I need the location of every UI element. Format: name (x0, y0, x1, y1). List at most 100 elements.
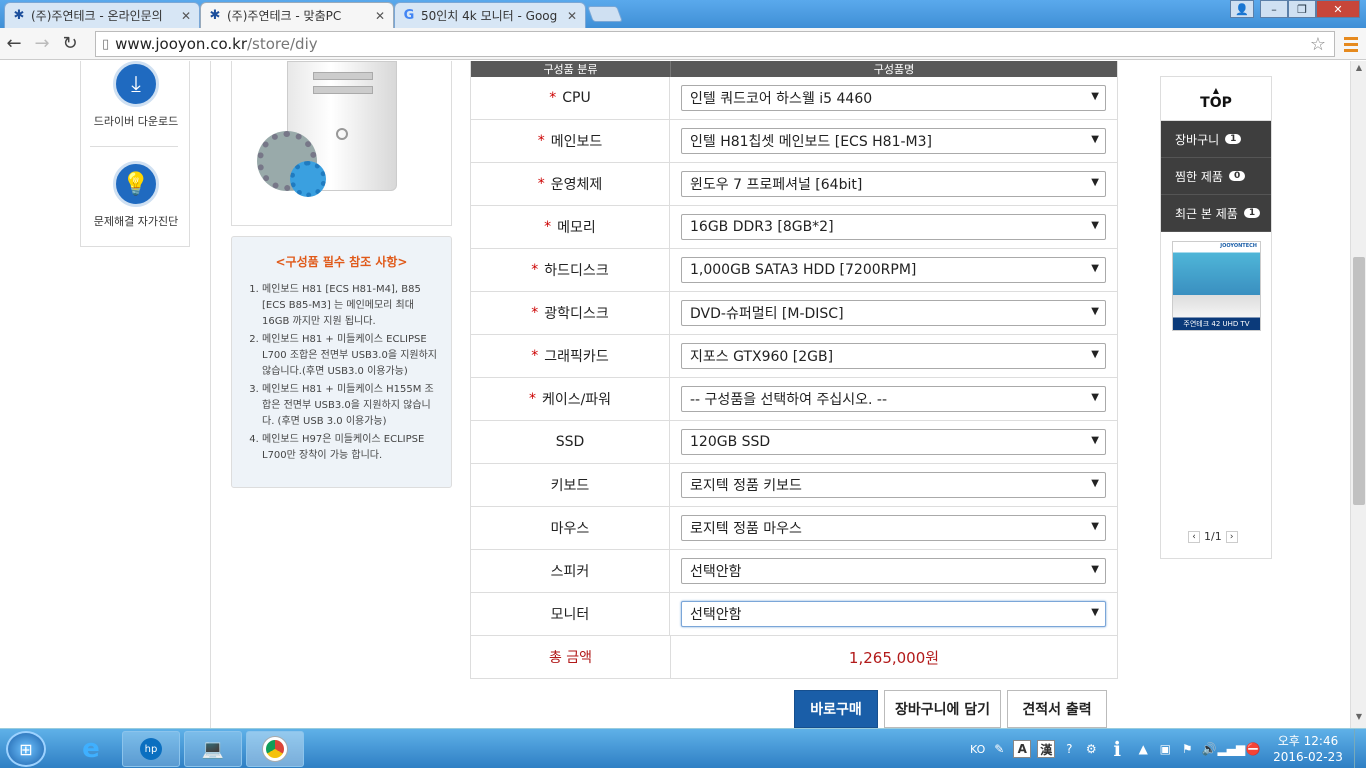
bookmark-star-icon[interactable]: ☆ (1310, 34, 1326, 55)
thumb-caption: 주연테크 42 UHD TV (1183, 320, 1250, 328)
selected-option: 선택안함 (690, 607, 742, 623)
component-select[interactable]: 인텔 H81칩셋 메인보드 [ECS H81-M3] ▼ (681, 128, 1106, 154)
dropdown-arrow-icon[interactable]: ▼ (1091, 306, 1099, 317)
info-icon[interactable]: ℹ (1105, 737, 1129, 761)
laptop-app-icon[interactable]: 💻 (184, 731, 242, 767)
signal-icon[interactable]: ▂▄▆ (1217, 741, 1245, 757)
left-quick-menu: ⤓ 드라이버 다운로드 💡 문제해결 자가진단 (80, 61, 190, 247)
dropdown-arrow-icon[interactable]: ▼ (1091, 349, 1099, 360)
volume-icon[interactable]: 🔊 (1201, 741, 1217, 757)
internet-explorer-icon[interactable]: e (62, 731, 120, 767)
recent-count-badge: 1 (1243, 208, 1261, 218)
language-indicator[interactable]: KO (970, 743, 985, 756)
recent-product-thumbnail[interactable]: JOOYONTECH 주연테크 42 UHD TV (1172, 241, 1261, 331)
reload-icon[interactable]: ↻ (56, 30, 84, 58)
component-value-cell: DVD-슈퍼멀티 [M-DISC] ▼ (670, 292, 1117, 334)
component-label: 키보드 (471, 464, 670, 506)
driver-download-link[interactable]: ⤓ 드라이버 다운로드 (81, 61, 191, 129)
tab-google-search[interactable]: G 50인치 4k 모니터 - Goog ✕ (394, 2, 586, 28)
print-quote-button[interactable]: 견적서 출력 (1007, 690, 1107, 728)
wishlist-link[interactable]: 찜한 제품 0 (1161, 158, 1271, 195)
page-scrollbar[interactable]: ▲ ▼ (1350, 61, 1366, 728)
component-select[interactable]: 지포스 GTX960 [2GB] ▼ (681, 343, 1106, 369)
prev-chevron-icon[interactable]: ‹ (1188, 530, 1200, 543)
scroll-down-icon[interactable]: ▼ (1351, 712, 1366, 726)
next-chevron-icon[interactable]: › (1225, 530, 1238, 543)
recent-products-link[interactable]: 최근 본 제품 1 (1161, 195, 1271, 232)
dropdown-arrow-icon[interactable]: ▼ (1091, 392, 1099, 403)
component-select[interactable]: 로지텍 정품 키보드 ▼ (681, 472, 1106, 498)
flag-icon[interactable]: ⚑ (1179, 741, 1195, 757)
settings-icon[interactable]: ⚙ (1083, 741, 1099, 757)
component-select[interactable]: 로지텍 정품 마우스 ▼ (681, 515, 1106, 541)
component-select[interactable]: 120GB SSD ▼ (681, 429, 1106, 455)
component-select[interactable]: -- 구성품을 선택하여 주십시오. -- ▼ (681, 386, 1106, 412)
security-alert-icon[interactable]: ⛔ (1245, 741, 1261, 757)
component-select[interactable]: 선택안함 ▼ (681, 601, 1106, 627)
forward-arrow-icon[interactable]: → (28, 30, 56, 58)
buy-now-button[interactable]: 바로구매 (794, 690, 878, 728)
recent-pager: ‹ 1/1 › (1188, 530, 1238, 543)
scroll-top-button[interactable]: ▲ TOP (1161, 77, 1271, 121)
help-icon[interactable]: ? (1061, 741, 1077, 757)
selected-option: 인텔 H81칩셋 메인보드 [ECS H81-M3] (690, 134, 932, 150)
window-controls: 👤 – ❐ ✕ (1230, 0, 1360, 18)
url-path: /store/diy (247, 35, 318, 53)
hp-app-icon[interactable]: hp (122, 731, 180, 767)
tab-online-inquiry[interactable]: ✱ (주)주연테크 - 온라인문의 ✕ (4, 2, 200, 28)
component-select[interactable]: 1,000GB SATA3 HDD [7200RPM] ▼ (681, 257, 1106, 283)
component-select[interactable]: 윈도우 7 프로페셔널 [64bit] ▼ (681, 171, 1106, 197)
dropdown-arrow-icon[interactable]: ▼ (1091, 435, 1099, 446)
tab-close-icon[interactable]: ✕ (179, 9, 193, 23)
dropdown-arrow-icon[interactable]: ▼ (1091, 134, 1099, 145)
pager-text: 1/1 (1204, 530, 1222, 543)
tab-close-icon[interactable]: ✕ (373, 9, 387, 23)
minimize-icon[interactable]: – (1260, 0, 1288, 18)
tab-custom-pc[interactable]: ✱ (주)주연테크 - 맞춤PC ✕ (200, 2, 394, 28)
table-row: * 광학디스크 DVD-슈퍼멀티 [M-DISC] ▼ (471, 292, 1117, 335)
back-arrow-icon[interactable]: ← (0, 30, 28, 58)
new-tab-button[interactable] (587, 6, 623, 22)
window-close-icon[interactable]: ✕ (1316, 0, 1360, 18)
self-diagnosis-link[interactable]: 💡 문제해결 자가진단 (81, 161, 191, 229)
dropdown-arrow-icon[interactable]: ▼ (1091, 220, 1099, 231)
network-adapter-icon[interactable]: ▣ (1157, 741, 1173, 757)
dropdown-arrow-icon[interactable]: ▼ (1091, 91, 1099, 102)
dropdown-arrow-icon[interactable]: ▼ (1091, 607, 1099, 618)
dropdown-arrow-icon[interactable]: ▼ (1091, 478, 1099, 489)
show-desktop-button[interactable] (1354, 729, 1366, 768)
dropdown-arrow-icon[interactable]: ▼ (1091, 177, 1099, 188)
system-clock[interactable]: 오후 12:46 2016-02-23 (1268, 733, 1348, 765)
chrome-menu-icon[interactable] (1340, 32, 1362, 56)
tab-close-icon[interactable]: ✕ (565, 9, 579, 23)
recent-label: 최근 본 제품 (1175, 206, 1238, 221)
show-hidden-icons-chevron-icon[interactable]: ▲ (1135, 741, 1151, 757)
component-label-text: 마우스 (550, 521, 590, 537)
windows-start-icon[interactable]: ⊞ (6, 731, 46, 767)
add-to-cart-button[interactable]: 장바구니에 담기 (884, 690, 1001, 728)
action-buttons: 바로구매 장바구니에 담기 견적서 출력 (794, 690, 1107, 728)
pc-config-table: 구성품 분류 구성품명 * CPU 인텔 쿼드코어 하스웰 i5 4460 ▼ * 메인보… (470, 61, 1118, 679)
url-domain: www.jooyon.co.kr (115, 35, 247, 53)
hanja-icon[interactable]: 漢 (1037, 740, 1056, 758)
component-select[interactable]: 선택안함 ▼ (681, 558, 1106, 584)
ime-mode-icon[interactable]: A (1013, 740, 1032, 758)
component-select[interactable]: 인텔 쿼드코어 하스웰 i5 4460 ▼ (681, 85, 1106, 111)
component-select[interactable]: DVD-슈퍼멀티 [M-DISC] ▼ (681, 300, 1106, 326)
scroll-up-icon[interactable]: ▲ (1351, 63, 1366, 77)
dropdown-arrow-icon[interactable]: ▼ (1091, 263, 1099, 274)
dropdown-arrow-icon[interactable]: ▼ (1091, 564, 1099, 575)
tab-title: (주)주연테크 - 맞춤PC (227, 9, 342, 23)
dropdown-arrow-icon[interactable]: ▼ (1091, 521, 1099, 532)
cart-link[interactable]: 장바구니 1 (1161, 121, 1271, 158)
restore-icon[interactable]: ❐ (1288, 0, 1316, 18)
table-row: * 케이스/파워 -- 구성품을 선택하여 주십시오. -- ▼ (471, 378, 1117, 421)
component-select[interactable]: 16GB DDR3 [8GB*2] ▼ (681, 214, 1106, 240)
component-label: * 메인보드 (471, 120, 670, 162)
address-bar[interactable]: ▯ www.jooyon.co.kr/store/diy ☆ (95, 31, 1335, 57)
user-icon[interactable]: 👤 (1230, 0, 1254, 18)
clock-date: 2016-02-23 (1273, 750, 1343, 764)
pen-icon[interactable]: ✎ (991, 741, 1007, 757)
chrome-icon[interactable] (246, 731, 304, 767)
scrollbar-thumb[interactable] (1353, 257, 1365, 505)
